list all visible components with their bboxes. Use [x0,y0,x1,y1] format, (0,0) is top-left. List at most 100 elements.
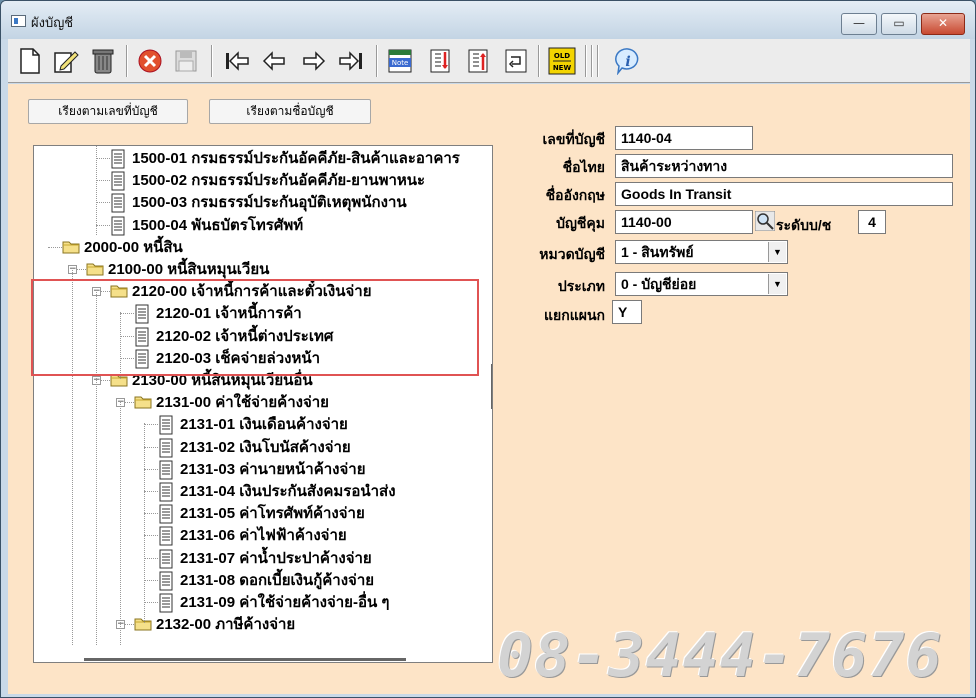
document-icon [158,593,176,613]
toolbar: Note OLD NEW i [8,39,970,83]
tree-account-node[interactable]: 2131-07 ค่าน้ำประปาค้างจ่าย [158,547,372,569]
tree-connector [144,424,158,426]
tree-account-node[interactable]: 2131-09 ค่าใช้จ่ายค้างจ่าย-อื่น ๆ [158,591,389,613]
delete-icon[interactable] [88,46,118,76]
tree-connector [144,468,158,470]
tree-horizontal-scrollbar[interactable] [84,658,406,661]
document-icon [110,149,128,169]
edit-icon[interactable] [51,46,81,76]
english-name-field[interactable]: Goods In Transit [615,182,953,206]
minimize-button[interactable]: — [841,13,877,35]
tree-account-node[interactable]: 2131-03 ค่านายหน้าค้างจ่าย [158,458,366,480]
tree-node-label: 2132-00 ภาษีค้างจ่าย [156,616,296,634]
tree-connector [96,202,110,204]
department-field[interactable]: Y [612,300,642,324]
cancel-icon[interactable] [135,46,165,76]
thai-name-field[interactable]: สินค้าระหว่างทาง [615,154,953,178]
document-icon [158,504,176,524]
tree-connector [144,557,158,559]
tree-account-node[interactable]: 2131-06 ค่าไฟฟ้าค้างจ่าย [158,524,347,546]
document-icon [110,193,128,213]
import-icon[interactable] [425,46,455,76]
chevron-down-icon[interactable]: ▼ [768,274,786,294]
phone-watermark: 08-3444-7676 [497,621,943,691]
app-window: ผังบัญชี — ▭ ✕ Note OLD NEW i เรียงตามเล… [0,0,976,698]
main-panel: เรียงตามเลขที่บัญชี เรียงตามชื่อบัญชี 15… [8,84,970,694]
tree-node-label: 2100-00 หนี้สินหมุนเวียน [108,261,270,278]
sort-by-name-button[interactable]: เรียงตามชื่อบัญชี [209,99,371,124]
undo-icon[interactable] [501,46,531,76]
document-icon [158,482,176,502]
document-icon [158,549,176,569]
tree-connector [96,158,110,159]
account-tree[interactable]: 1500-01 กรมธรรม์ประกันอัคคีภัย-สินค้าและ… [33,145,493,663]
tree-guide-line [120,401,121,646]
toolbar-separator [376,45,378,77]
type-value: 0 - บัญชีย่อย [621,276,697,292]
close-button[interactable]: ✕ [921,13,965,35]
tree-account-node[interactable]: 2131-05 ค่าโทรศัพท์ค้างจ่าย [158,502,365,524]
account-no-label: เลขที่บัญชี [542,131,605,147]
tree-folder-node[interactable]: 2100-00 หนี้สินหมุนเวียน [86,258,269,280]
tree-connector [96,224,110,226]
tree-node-label: 2131-02 เงินโบนัสค้างจ่าย [180,438,351,456]
tree-account-node[interactable]: 2131-04 เงินประกันสังคมรอนำส่ง [158,480,396,502]
tree-connector [144,513,158,515]
tree-folder-node[interactable]: 2131-00 ค่าใช้จ่ายค้างจ่าย [134,391,329,413]
toolbar-separator [211,45,213,77]
tree-folder-node[interactable]: 2132-00 ภาษีค้างจ่าย [134,613,295,635]
chevron-down-icon[interactable]: ▼ [768,242,786,262]
tree-account-node[interactable]: 2131-02 เงินโบนัสค้างจ่าย [158,436,351,458]
folder-icon [134,393,152,411]
app-icon [11,15,26,27]
tree-account-node[interactable]: 1500-02 กรมธรรม์ประกันอัคคีภัย-ยานพาหนะ [110,169,425,191]
level-field[interactable]: 4 [858,210,886,234]
account-no-field[interactable]: 1140-04 [615,126,753,150]
tree-connector [48,246,62,248]
control-account-field[interactable]: 1140-00 [615,210,753,234]
tree-account-node[interactable]: 1500-04 พันธบัตรโทรศัพท์ [110,214,303,236]
first-icon[interactable] [222,46,252,76]
sort-by-number-button[interactable]: เรียงตามเลขที่บัญชี [28,99,188,124]
search-icon[interactable] [754,210,776,232]
tree-node-label: 2131-04 เงินประกันสังคมรอนำส่ง [180,483,396,500]
next-icon[interactable] [299,46,329,76]
tree-node-label: 2131-05 ค่าโทรศัพท์ค้างจ่าย [180,505,365,523]
new-icon[interactable] [15,46,45,76]
tree-account-node[interactable]: 2131-08 ดอกเบี้ยเงินกู้ค้างจ่าย [158,569,374,591]
toolbar-separator [585,45,587,77]
category-select[interactable]: 1 - สินทรัพย์ ▼ [615,240,788,264]
tree-account-node[interactable]: 2131-01 เงินเดือนค้างจ่าย [158,413,348,435]
tree-node-label: 2131-09 ค่าใช้จ่ายค้างจ่าย-อื่น ๆ [180,594,390,611]
tree-connector [144,535,158,537]
control-account-label: บัญชีคุม [556,215,605,231]
tree-node-label: 1500-03 กรมธรรม์ประกันอุบัติเหตุพนักงาน [132,194,407,212]
tree-vertical-scrollbar[interactable] [491,364,492,409]
toolbar-separator [126,45,128,77]
export-icon[interactable] [463,46,493,76]
tree-node-label: 1500-02 กรมธรรม์ประกันอัคคีภัย-ยานพาหนะ [132,172,426,190]
category-value: 1 - สินทรัพย์ [621,244,694,260]
info-icon[interactable]: i [613,46,643,76]
tree-node-label: 2131-07 ค่าน้ำประปาค้างจ่าย [180,549,372,567]
old-new-icon[interactable]: OLD NEW [547,46,577,76]
tree-connector [144,446,158,448]
save-icon[interactable] [171,46,201,76]
type-select[interactable]: 0 - บัญชีย่อย ▼ [615,272,788,296]
document-icon [158,526,176,546]
folder-icon [62,238,80,256]
category-label: หมวดบัญชี [539,246,605,262]
tree-connector [144,579,158,581]
level-label: ระดับบ/ช [776,217,832,233]
last-icon[interactable] [336,46,366,76]
maximize-button[interactable]: ▭ [881,13,917,35]
toolbar-separator [597,45,599,77]
tree-node-label: 1500-04 พันธบัตรโทรศัพท์ [132,216,304,234]
department-label: แยกแผนก [544,307,605,323]
tree-folder-node[interactable]: 2000-00 หนี้สิน [62,236,183,258]
tree-account-node[interactable]: 1500-03 กรมธรรม์ประกันอุบัติเหตุพนักงาน [110,191,407,213]
note-icon[interactable]: Note [385,46,415,76]
prev-icon[interactable] [259,46,289,76]
document-icon [110,171,128,191]
tree-account-node[interactable]: 1500-01 กรมธรรม์ประกันอัคคีภัย-สินค้าและ… [110,147,460,169]
